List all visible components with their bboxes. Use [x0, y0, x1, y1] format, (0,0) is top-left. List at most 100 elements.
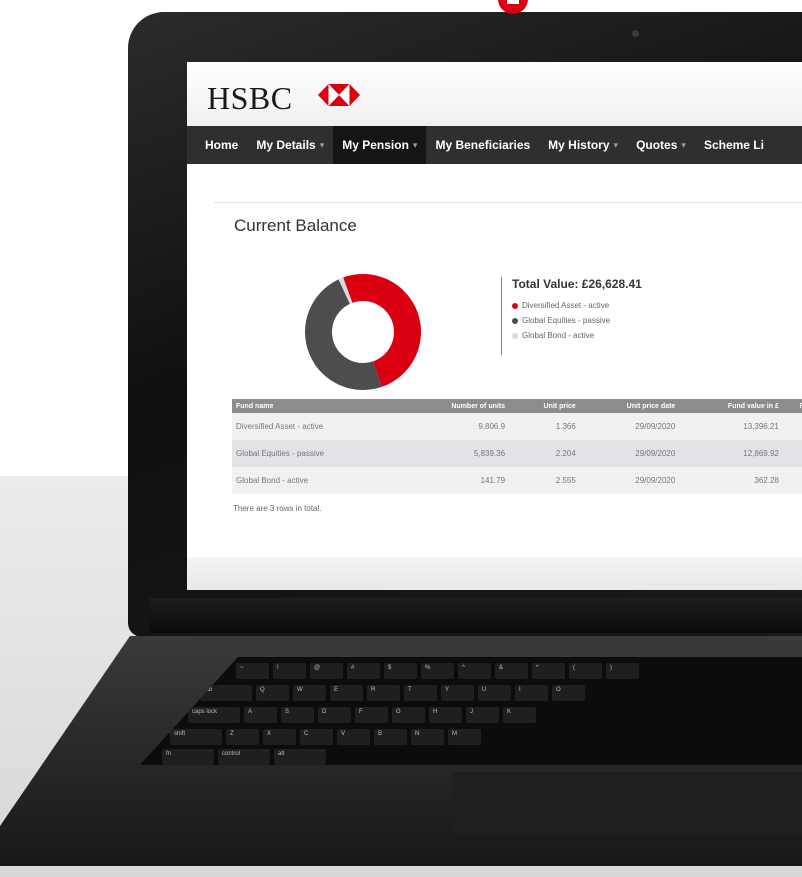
key-label: S	[285, 709, 290, 715]
nav-item-home[interactable]: Home	[187, 126, 247, 164]
table-row[interactable]: Global Bond - active 141.79 2.555 29/09/202…	[232, 467, 802, 494]
column-header[interactable]: Number of units	[400, 399, 510, 413]
key[interactable]: ~	[236, 663, 269, 679]
key[interactable]: B	[374, 729, 407, 745]
key[interactable]: E	[330, 685, 363, 701]
column-header[interactable]: Unit price date	[579, 399, 680, 413]
key[interactable]: F	[355, 707, 388, 723]
key-label: F	[359, 709, 363, 715]
key[interactable]: K	[503, 707, 536, 723]
key[interactable]: U	[478, 685, 511, 701]
key-label: R	[371, 687, 376, 693]
key-label: shift	[174, 731, 186, 737]
key-label: (	[573, 665, 575, 671]
key[interactable]: X	[263, 729, 296, 745]
nav-item-quotes[interactable]: Quotes ▾	[627, 126, 695, 164]
table-cell: Diversified Asset - active	[232, 413, 401, 440]
hsbc-logo-text[interactable]: HSBC	[207, 80, 293, 117]
key[interactable]: ^	[458, 663, 491, 679]
nav-item-my-details[interactable]: My Details ▾	[247, 126, 333, 164]
key-label: X	[267, 731, 272, 737]
key[interactable]: %	[421, 663, 454, 679]
key[interactable]: N	[411, 729, 444, 745]
laptop-hinge	[150, 598, 802, 633]
hsbc-hexagon-logo-icon[interactable]	[318, 84, 360, 106]
column-header[interactable]: Fund value in £	[679, 399, 783, 413]
key[interactable]: O	[552, 685, 585, 701]
chevron-down-icon: ▾	[412, 140, 418, 150]
key[interactable]: &	[495, 663, 528, 679]
key[interactable]: alt	[274, 749, 326, 765]
key[interactable]: W	[293, 685, 326, 701]
webcam-icon	[632, 30, 639, 37]
chevron-down-icon: ▾	[613, 140, 619, 150]
key[interactable]: S	[281, 707, 314, 723]
key[interactable]: G	[392, 707, 425, 723]
table-cell: 362.28	[679, 467, 783, 494]
key[interactable]: $	[384, 663, 417, 679]
key-label: )	[610, 665, 612, 671]
page-title: Current Balance	[234, 216, 357, 235]
key-label: Q	[260, 687, 265, 693]
nav-item-my-pension[interactable]: My Pension ▾	[333, 126, 427, 164]
column-header[interactable]: Fu	[782, 399, 802, 413]
keyboard: ~! @ # $% ^ & *() tab Q W E R T Y U I Ocaps lock A S D F G H J K…	[140, 657, 802, 765]
total-value: Total Value: £26,628.41	[512, 277, 642, 291]
key-label: I	[519, 687, 521, 693]
key[interactable]: A	[244, 707, 277, 723]
key-label: ~	[240, 665, 244, 671]
key[interactable]: T	[404, 685, 437, 701]
table-row[interactable]: Global Equities - passive 5,839.36 2.204 29…	[232, 440, 802, 467]
nav-item-label: Scheme Li	[703, 138, 764, 152]
key[interactable]: shift	[170, 729, 222, 745]
key[interactable]: Y	[441, 685, 474, 701]
nav-item-label: My Pension	[342, 138, 409, 152]
keyboard-row: caps lock A S D F G H J K	[188, 707, 536, 723]
key[interactable]: H	[429, 707, 462, 723]
key[interactable]: D	[318, 707, 351, 723]
column-header[interactable]: Fund name	[232, 399, 401, 413]
keyboard-row: shift Z X C V B N M	[170, 729, 481, 745]
key[interactable]: #	[347, 663, 380, 679]
key[interactable]: Q	[256, 685, 289, 701]
key-label: J	[470, 709, 473, 715]
key[interactable]: R	[367, 685, 400, 701]
key[interactable]: control	[218, 749, 270, 765]
key-label: N	[415, 731, 420, 737]
key[interactable]: J	[466, 707, 499, 723]
key-label: Z	[230, 731, 234, 737]
key[interactable]: (	[569, 663, 602, 679]
trackpad[interactable]	[452, 772, 802, 834]
screen-bottom-area	[187, 557, 802, 590]
key-label: O	[556, 687, 561, 693]
key[interactable]: !	[273, 663, 306, 679]
key-label: C	[304, 731, 309, 737]
home-icon	[507, 0, 519, 4]
nav-item-scheme-li[interactable]: Scheme Li	[695, 126, 773, 164]
key-label: H	[433, 709, 438, 715]
key[interactable]: fn	[162, 749, 214, 765]
key[interactable]: caps lock	[188, 707, 240, 723]
key[interactable]: M	[448, 729, 481, 745]
key[interactable]: @	[310, 663, 343, 679]
key-label: A	[248, 709, 253, 715]
key[interactable]: Z	[226, 729, 259, 745]
table-cell: 9,806.9	[400, 413, 510, 440]
key-label: &	[499, 665, 504, 671]
key[interactable]: V	[337, 729, 370, 745]
table-row[interactable]: Diversified Asset - active 9,806.9 1.366 29…	[232, 413, 802, 440]
row-count-note: There are 3 rows in total.	[233, 504, 322, 513]
key[interactable]: I	[515, 685, 548, 701]
key[interactable]: )	[606, 663, 639, 679]
table-cell	[782, 467, 802, 494]
key[interactable]: *	[532, 663, 565, 679]
key-label: E	[334, 687, 339, 693]
key[interactable]: C	[300, 729, 333, 745]
laptop-screen: HSBC Home My Details ▾ My Pension ▾ My Benefi…	[187, 62, 802, 590]
chevron-down-icon: ▾	[319, 140, 325, 150]
divider	[214, 202, 802, 203]
nav-item-my-history[interactable]: My History ▾	[539, 126, 627, 164]
column-header[interactable]: Unit price	[509, 399, 580, 413]
legend-swatch-icon	[512, 302, 518, 309]
nav-item-my-beneficiaries[interactable]: My Beneficiaries	[426, 126, 539, 164]
